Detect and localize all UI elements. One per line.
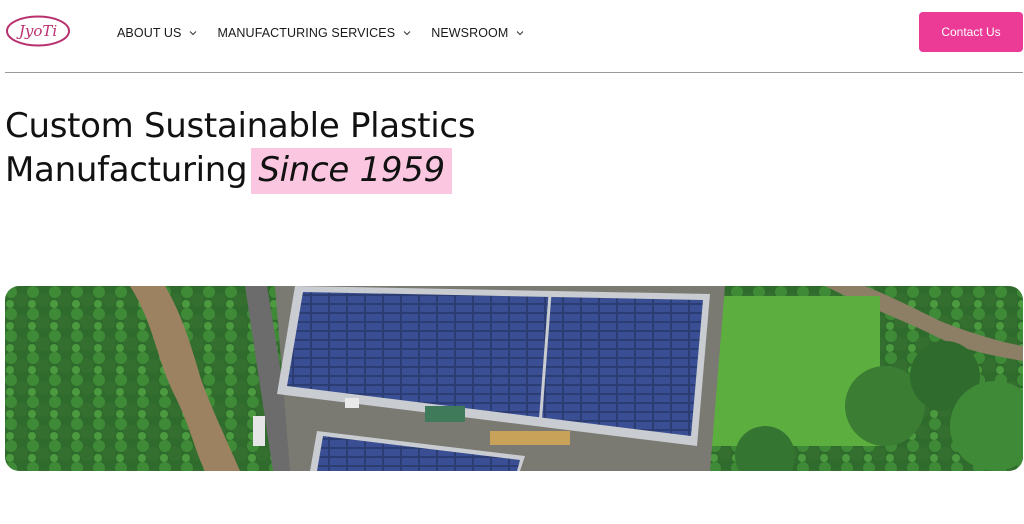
site-header: JyoTi ABOUT US MANUFACTURING SERVICES NE…: [0, 0, 1024, 72]
header-divider: [5, 72, 1023, 73]
jyoti-logo[interactable]: JyoTi: [5, 14, 71, 48]
nav-newsroom[interactable]: NEWSROOM: [431, 24, 524, 42]
title-highlight: Since 1959: [251, 148, 452, 194]
logo-text: JyoTi: [16, 22, 58, 40]
chevron-down-icon: [517, 31, 524, 36]
nav-about-us[interactable]: ABOUT US: [117, 24, 197, 42]
nav-manufacturing-services-label: MANUFACTURING SERVICES: [217, 26, 396, 40]
main-nav: ABOUT US MANUFACTURING SERVICES NEWSROOM: [117, 24, 544, 42]
nav-about-us-label: ABOUT US: [117, 26, 182, 40]
chevron-down-icon: [403, 31, 411, 36]
title-line-2-text: Manufacturing: [5, 150, 248, 190]
page-title: Custom Sustainable Plastics Manufacturin…: [5, 104, 476, 194]
nav-newsroom-label: NEWSROOM: [431, 26, 509, 40]
chevron-down-icon: [190, 31, 197, 36]
title-line-2: Manufacturing Since 1959: [5, 148, 475, 194]
nav-manufacturing-services[interactable]: MANUFACTURING SERVICES: [217, 24, 411, 42]
hero-aerial-image: [5, 286, 1023, 471]
contact-us-button[interactable]: Contact Us: [919, 12, 1023, 52]
title-line-1: Custom Sustainable Plastics: [5, 106, 476, 146]
